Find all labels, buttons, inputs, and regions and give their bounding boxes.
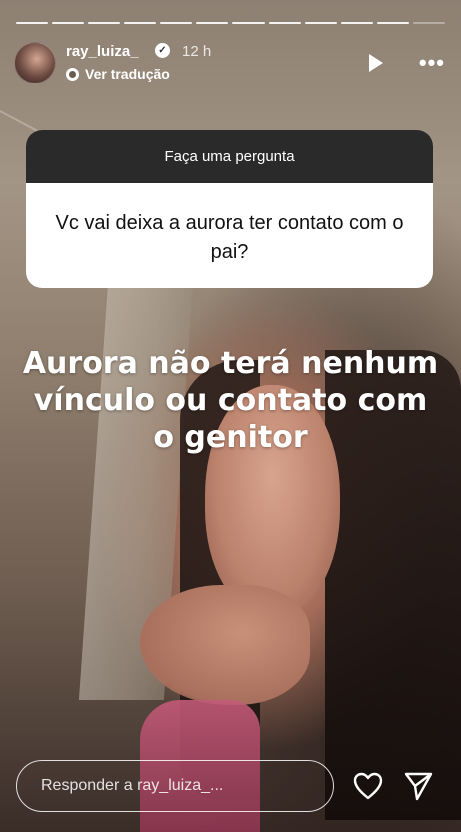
avatar[interactable] bbox=[14, 42, 56, 84]
translate-label: Ver tradução bbox=[85, 66, 170, 82]
story-overlay-text: Aurora não terá nenhum vínculo ou contat… bbox=[22, 346, 439, 455]
send-icon[interactable] bbox=[402, 771, 434, 801]
translate-link[interactable]: Ver tradução bbox=[66, 66, 170, 82]
story-time: 12 h bbox=[182, 43, 212, 60]
background-hand bbox=[140, 585, 310, 705]
progress-segment bbox=[88, 22, 121, 24]
translate-icon bbox=[66, 67, 79, 81]
question-sticker-text: Vc vai deixa a aurora ter contato com o … bbox=[55, 212, 404, 263]
question-sticker[interactable]: Faça uma pergunta Vc vai deixa a aurora … bbox=[26, 130, 433, 288]
reply-placeholder: Responder a ray_luiza_... bbox=[41, 777, 224, 794]
question-sticker-title: Faça uma pergunta bbox=[26, 130, 433, 183]
progress-segment bbox=[16, 22, 49, 24]
progress-segment bbox=[268, 22, 301, 24]
progress-segment bbox=[196, 22, 229, 24]
progress-segment bbox=[340, 22, 373, 24]
verified-badge-icon: ✓ bbox=[155, 43, 170, 58]
progress-segment bbox=[232, 22, 265, 24]
progress-segment bbox=[160, 22, 193, 24]
story-progress-bar bbox=[16, 22, 445, 24]
progress-segment bbox=[376, 22, 409, 24]
story-header: ray_luiza_ ✓ 12 h Ver tradução ••• bbox=[14, 40, 447, 86]
heart-icon[interactable] bbox=[352, 771, 384, 801]
progress-segment bbox=[124, 22, 157, 24]
progress-segment bbox=[304, 22, 337, 24]
progress-segment bbox=[52, 22, 85, 24]
story-viewer[interactable]: ray_luiza_ ✓ 12 h Ver tradução ••• Faça … bbox=[0, 0, 461, 832]
progress-segment bbox=[412, 22, 445, 24]
reply-input[interactable]: Responder a ray_luiza_... bbox=[16, 760, 334, 812]
more-icon[interactable]: ••• bbox=[419, 50, 445, 76]
username[interactable]: ray_luiza_ bbox=[66, 43, 139, 60]
play-icon[interactable] bbox=[369, 54, 383, 72]
